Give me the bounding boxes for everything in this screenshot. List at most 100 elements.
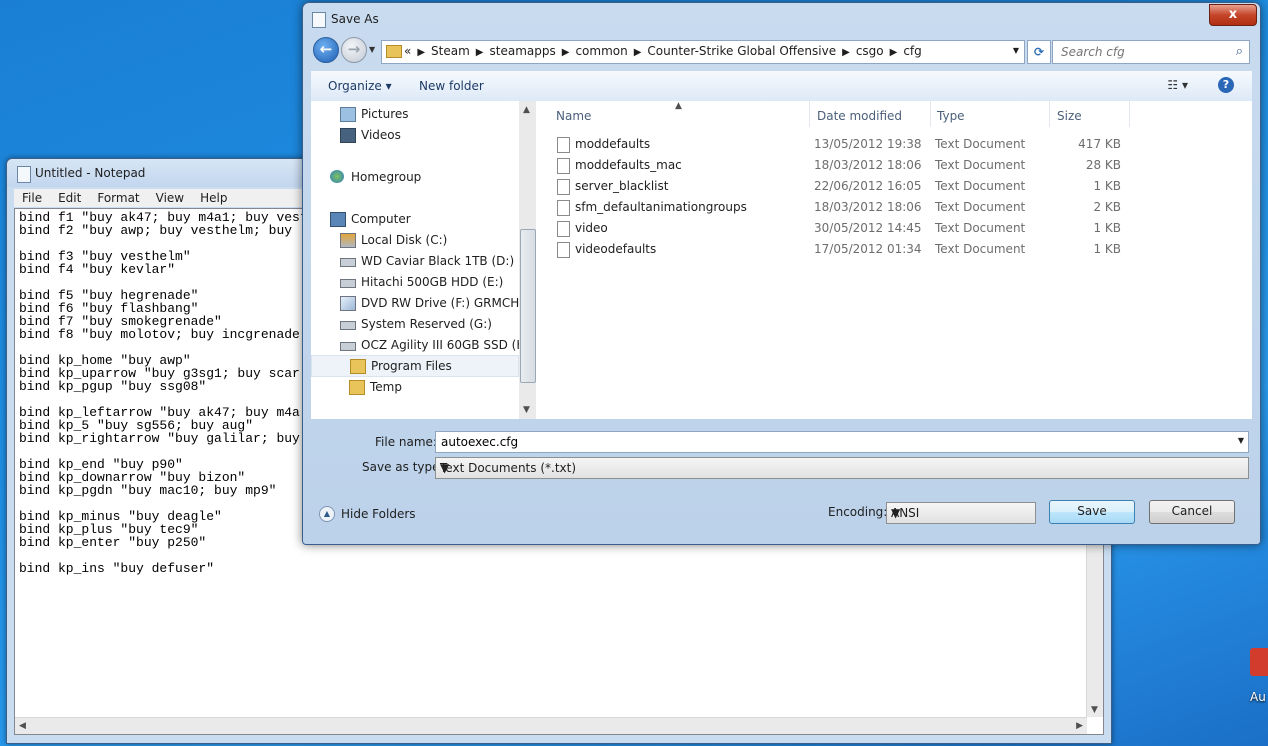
- column-header-type[interactable]: Type: [937, 109, 965, 123]
- file-row-sfm-defaultanimationgroups[interactable]: sfm_defaultanimationgroups 18/03/2012 18…: [551, 197, 1121, 218]
- nav-item-label: OCZ Agility III 60GB SSD (H:): [361, 338, 520, 352]
- address-dropdown-icon[interactable]: ▼: [1013, 46, 1019, 55]
- refresh-icon[interactable]: ⟳: [1027, 40, 1051, 64]
- nav-item-drive-d[interactable]: WD Caviar Black 1TB (D:): [311, 251, 517, 271]
- column-divider[interactable]: [1049, 101, 1050, 127]
- help-icon[interactable]: ?: [1218, 77, 1234, 93]
- menu-view[interactable]: View: [148, 189, 192, 205]
- nav-item-drive-h[interactable]: OCZ Agility III 60GB SSD (H:): [311, 335, 520, 355]
- column-divider[interactable]: [809, 101, 810, 127]
- navigation-pane[interactable]: Pictures Videos Homegroup Computer Local…: [311, 101, 520, 419]
- file-name-dropdown-icon[interactable]: ▼: [1238, 436, 1244, 445]
- breadcrumb-separator-icon[interactable]: ▶: [476, 47, 484, 58]
- chevron-up-icon[interactable]: ▲: [319, 506, 335, 522]
- organize-button[interactable]: Organize ▾: [328, 79, 392, 93]
- menu-help[interactable]: Help: [192, 189, 235, 205]
- nav-item-program-files[interactable]: Program Files: [311, 355, 519, 377]
- close-button[interactable]: x: [1209, 4, 1257, 26]
- scrollbar-thumb[interactable]: [520, 229, 536, 383]
- nav-item-drive-e[interactable]: Hitachi 500GB HDD (E:): [311, 272, 517, 292]
- nav-item-videos[interactable]: Videos: [311, 125, 517, 145]
- scroll-down-arrow-icon[interactable]: ▼: [1091, 705, 1098, 715]
- search-icon[interactable]: ⌕: [1236, 44, 1243, 59]
- hide-folders-label[interactable]: Hide Folders: [341, 507, 416, 521]
- change-view-icon[interactable]: ☷ ▾: [1167, 78, 1188, 92]
- forward-arrow-icon[interactable]: →: [341, 37, 367, 63]
- breadcrumb-separator-icon[interactable]: ▶: [562, 47, 570, 58]
- save-as-type-label: Save as type:: [362, 460, 444, 474]
- nav-item-pictures[interactable]: Pictures: [311, 104, 517, 124]
- nav-item-dvd-drive-f[interactable]: DVD RW Drive (F:) GRMCHPXF: [311, 293, 520, 313]
- search-box[interactable]: ⌕: [1052, 40, 1250, 64]
- breadcrumb-separator-icon[interactable]: ▶: [842, 47, 850, 58]
- nav-item-drive-g[interactable]: System Reserved (G:): [311, 314, 517, 334]
- save-as-type-select[interactable]: Text Documents (*.txt) ▼: [435, 457, 1249, 479]
- save-button[interactable]: Save: [1049, 500, 1135, 524]
- breadcrumb-separator-icon[interactable]: ▶: [417, 47, 425, 58]
- menu-format[interactable]: Format: [89, 189, 147, 205]
- column-divider[interactable]: [930, 101, 931, 127]
- nav-item-label: Temp: [370, 380, 402, 394]
- breadcrumb-steamapps[interactable]: steamapps: [490, 44, 556, 58]
- navigation-pane-scrollbar[interactable]: ▲ ▼: [519, 101, 536, 419]
- pictures-icon: [340, 107, 356, 122]
- scroll-down-arrow-icon[interactable]: ▼: [523, 405, 530, 415]
- breadcrumb-steam[interactable]: Steam: [431, 44, 470, 58]
- scroll-up-arrow-icon[interactable]: ▲: [523, 105, 530, 115]
- file-row-moddefaults-mac[interactable]: moddefaults_mac 18/03/2012 18:06 Text Do…: [551, 155, 1121, 176]
- breadcrumb-cfg[interactable]: cfg: [903, 44, 921, 58]
- column-header-size[interactable]: Size: [1057, 109, 1082, 123]
- encoding-dropdown-icon[interactable]: ▼: [891, 506, 1031, 520]
- text-file-icon: [557, 242, 570, 258]
- encoding-select[interactable]: ANSI ▼: [886, 502, 1036, 524]
- column-divider[interactable]: [1129, 101, 1130, 127]
- menu-file[interactable]: File: [14, 189, 50, 205]
- desktop-app-icon[interactable]: [1250, 648, 1268, 676]
- breadcrumb-csgo[interactable]: csgo: [856, 44, 884, 58]
- back-arrow-icon[interactable]: ←: [313, 37, 339, 63]
- breadcrumb-common[interactable]: common: [575, 44, 627, 58]
- command-toolbar: Organize ▾ New folder ☷ ▾ ?: [311, 71, 1252, 102]
- scroll-left-arrow-icon[interactable]: ◀: [19, 721, 26, 731]
- file-row-videodefaults[interactable]: videodefaults 17/05/2012 01:34 Text Docu…: [551, 239, 1121, 260]
- videos-icon: [340, 128, 356, 143]
- breadcrumb-separator-icon[interactable]: ▶: [634, 47, 642, 58]
- column-header-name[interactable]: Name: [556, 109, 591, 123]
- nav-item-label: WD Caviar Black 1TB (D:): [361, 254, 515, 268]
- column-header-date-modified[interactable]: Date modified: [817, 109, 902, 123]
- cancel-button[interactable]: Cancel: [1149, 500, 1235, 524]
- nav-item-label: DVD RW Drive (F:) GRMCHPXF: [361, 296, 520, 310]
- nav-item-label: Videos: [361, 128, 401, 142]
- notepad-horizontal-scrollbar[interactable]: ◀ ▶: [15, 717, 1087, 734]
- dialog-title: Save As: [331, 12, 379, 26]
- search-input[interactable]: [1059, 44, 1223, 60]
- file-row-server-blacklist[interactable]: server_blacklist 22/06/2012 16:05 Text D…: [551, 176, 1121, 197]
- text-file-icon: [557, 179, 570, 195]
- recent-locations-dropdown-icon[interactable]: ▼: [369, 45, 375, 54]
- file-row-moddefaults[interactable]: moddefaults 13/05/2012 19:38 Text Docume…: [551, 134, 1121, 155]
- file-list[interactable]: Name ▲ Date modified Type Size moddefaul…: [537, 101, 1252, 419]
- desktop-icon-label[interactable]: Au: [1250, 690, 1266, 704]
- dvd-drive-icon: [340, 296, 356, 311]
- new-folder-button[interactable]: New folder: [419, 79, 484, 93]
- menu-edit[interactable]: Edit: [50, 189, 89, 205]
- file-name-input[interactable]: [439, 434, 1223, 450]
- text-file-icon: [557, 200, 570, 216]
- breadcrumb-separator-icon[interactable]: ▶: [890, 47, 898, 58]
- nav-item-temp[interactable]: Temp: [311, 377, 517, 397]
- text-file-icon: [557, 158, 570, 174]
- scroll-right-arrow-icon[interactable]: ▶: [1076, 721, 1083, 731]
- breadcrumb-csgo-game[interactable]: Counter-Strike Global Offensive: [647, 44, 836, 58]
- file-row-video[interactable]: video 30/05/2012 14:45 Text Document 1 K…: [551, 218, 1121, 239]
- file-size: 2 KB: [1093, 200, 1121, 214]
- windows-drive-icon: [340, 233, 356, 248]
- breadcrumb-overflow[interactable]: «: [404, 44, 411, 58]
- save-as-type-dropdown-icon[interactable]: ▼: [440, 461, 1244, 475]
- nav-item-homegroup[interactable]: Homegroup: [311, 167, 517, 187]
- address-bar[interactable]: « ▶ Steam ▶ steamapps ▶ common ▶ Counter-Strike …: [381, 40, 1025, 64]
- nav-item-computer[interactable]: Computer: [311, 209, 517, 229]
- nav-item-label: Program Files: [371, 359, 452, 373]
- file-name-combobox[interactable]: ▼: [435, 431, 1249, 453]
- file-name-label: File name:: [375, 435, 437, 449]
- nav-item-local-disk-c[interactable]: Local Disk (C:): [311, 230, 517, 250]
